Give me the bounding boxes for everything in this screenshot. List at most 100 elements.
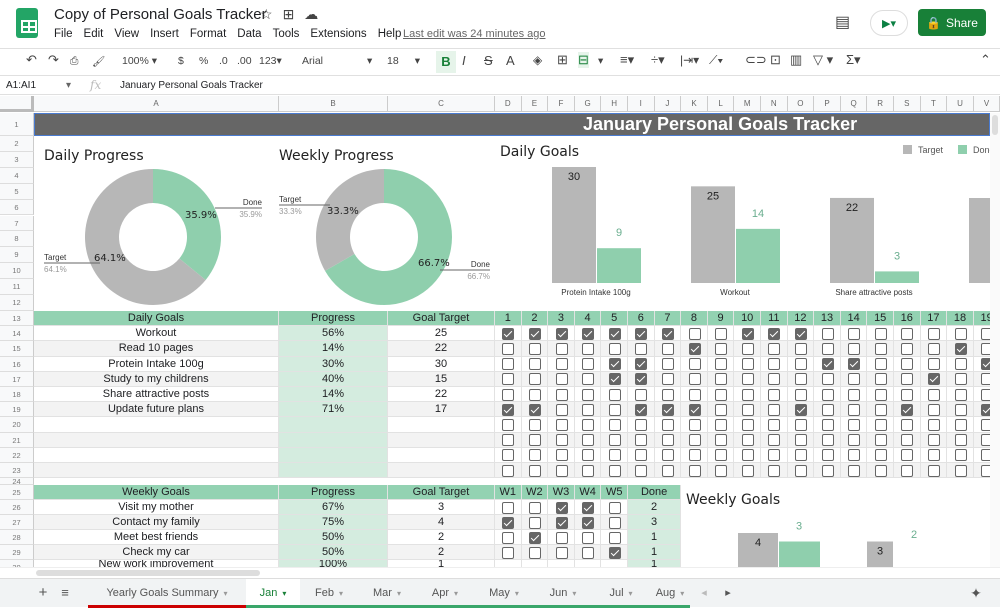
daily-goal-name[interactable]: Protein Intake 100g	[34, 357, 279, 372]
daily-goal-name[interactable]	[34, 417, 279, 432]
decrease-decimal-button[interactable]: .0	[219, 55, 228, 67]
row-header-12[interactable]: 12	[0, 295, 34, 311]
day-checkbox[interactable]	[795, 465, 807, 477]
daily-goal-progress[interactable]: 30%	[279, 357, 388, 372]
day-checkbox[interactable]	[529, 358, 541, 370]
day-checkbox[interactable]	[955, 465, 967, 477]
row-header-21[interactable]: 21	[0, 433, 34, 448]
daily-goal-target[interactable]: 22	[388, 387, 495, 402]
day-checkbox[interactable]	[955, 449, 967, 461]
day-checkbox[interactable]	[529, 404, 541, 416]
day-checkbox[interactable]	[556, 389, 568, 401]
day-checkbox[interactable]	[875, 449, 887, 461]
weekly-header-7[interactable]: W5	[601, 485, 628, 500]
column-header-C[interactable]: C	[388, 96, 495, 112]
day-checkbox[interactable]	[742, 434, 754, 446]
day-checkbox[interactable]	[848, 328, 860, 340]
day-checkbox[interactable]	[556, 404, 568, 416]
row-header-17[interactable]: 17	[0, 372, 34, 387]
day-checkbox[interactable]	[556, 419, 568, 431]
weekly-header-3[interactable]: W1	[495, 485, 522, 500]
weekly-header-0[interactable]: Weekly Goals	[34, 485, 279, 500]
day-header-4[interactable]: 4	[575, 311, 602, 326]
day-checkbox[interactable]	[901, 465, 913, 477]
select-all-corner[interactable]	[0, 96, 34, 112]
day-checkbox[interactable]	[795, 373, 807, 385]
weekly-goal-done[interactable]: 1	[628, 545, 681, 560]
day-checkbox[interactable]	[795, 419, 807, 431]
day-checkbox[interactable]	[901, 434, 913, 446]
currency-button[interactable]: $	[178, 55, 184, 67]
column-header-A[interactable]: A	[34, 96, 279, 112]
menu-extensions[interactable]: Extensions	[310, 28, 366, 40]
sheet-tab-yearly-goals-summary[interactable]: Yearly Goals Summary▾	[88, 579, 246, 608]
tab-dropdown-icon[interactable]: ▾	[515, 589, 519, 598]
day-checkbox[interactable]	[848, 419, 860, 431]
tab-dropdown-icon[interactable]: ▾	[282, 589, 286, 598]
daily-goal-progress[interactable]: 14%	[279, 387, 388, 402]
document-title[interactable]: Copy of Personal Goals Tracker	[54, 6, 267, 23]
weekly-goal-target[interactable]: 3	[388, 500, 495, 515]
day-checkbox[interactable]	[795, 328, 807, 340]
horizontal-scrollbar[interactable]	[0, 567, 1000, 578]
day-checkbox[interactable]	[822, 358, 834, 370]
week-checkbox[interactable]	[556, 517, 568, 529]
day-checkbox[interactable]	[822, 434, 834, 446]
daily-goal-target[interactable]	[388, 433, 495, 448]
day-checkbox[interactable]	[822, 373, 834, 385]
last-edit-link[interactable]: Last edit was 24 minutes ago	[403, 28, 545, 40]
day-checkbox[interactable]	[715, 434, 727, 446]
scrollbar-thumb[interactable]	[36, 570, 260, 576]
weekly-goal-done[interactable]: 2	[628, 500, 681, 515]
day-checkbox[interactable]	[848, 434, 860, 446]
scroll-tabs-right-icon[interactable]: ▸	[722, 579, 734, 608]
column-header-O[interactable]: O	[788, 96, 815, 112]
day-checkbox[interactable]	[582, 419, 594, 431]
day-checkbox[interactable]	[689, 465, 701, 477]
menu-view[interactable]: View	[114, 28, 139, 40]
tab-dropdown-icon[interactable]: ▾	[397, 589, 401, 598]
day-checkbox[interactable]	[901, 404, 913, 416]
row-header-1[interactable]: 1	[0, 113, 34, 136]
day-checkbox[interactable]	[715, 373, 727, 385]
menu-file[interactable]: File	[54, 28, 73, 40]
day-checkbox[interactable]	[662, 404, 674, 416]
row-header-3[interactable]: 3	[0, 152, 34, 168]
day-checkbox[interactable]	[901, 419, 913, 431]
week-checkbox[interactable]	[502, 547, 514, 559]
day-checkbox[interactable]	[715, 404, 727, 416]
day-checkbox[interactable]	[662, 465, 674, 477]
day-checkbox[interactable]	[848, 449, 860, 461]
day-checkbox[interactable]	[502, 343, 514, 355]
daily-goal-progress[interactable]: 56%	[279, 326, 388, 341]
daily-goal-progress[interactable]: 40%	[279, 372, 388, 387]
day-checkbox[interactable]	[875, 404, 887, 416]
day-checkbox[interactable]	[609, 404, 621, 416]
collapse-toolbar-icon[interactable]: ⌃	[980, 52, 991, 68]
scroll-tabs-left-icon[interactable]: ◂	[698, 579, 710, 608]
sheet-tab-jul[interactable]: Jul▾	[592, 579, 650, 608]
text-wrap-icon[interactable]: |⇥▾	[680, 53, 699, 67]
day-checkbox[interactable]	[662, 389, 674, 401]
strikethrough-button[interactable]: S	[484, 53, 493, 68]
day-checkbox[interactable]	[928, 434, 940, 446]
day-header-14[interactable]: 14	[841, 311, 868, 326]
day-header-11[interactable]: 11	[761, 311, 788, 326]
row-header-16[interactable]: 16	[0, 357, 34, 372]
tab-dropdown-icon[interactable]: ▾	[339, 589, 343, 598]
vertical-scrollbar[interactable]	[990, 113, 1000, 567]
column-header-K[interactable]: K	[681, 96, 708, 112]
day-checkbox[interactable]	[901, 373, 913, 385]
day-checkbox[interactable]	[875, 373, 887, 385]
vertical-scrollbar-thumb[interactable]	[992, 115, 998, 135]
day-checkbox[interactable]	[556, 434, 568, 446]
row-header-15[interactable]: 15	[0, 341, 34, 356]
weekly-header-1[interactable]: Progress	[279, 485, 388, 500]
daily-goal-name[interactable]: Workout	[34, 326, 279, 341]
daily-goal-target[interactable]	[388, 417, 495, 432]
week-checkbox[interactable]	[502, 532, 514, 544]
day-checkbox[interactable]	[795, 389, 807, 401]
day-checkbox[interactable]	[768, 343, 780, 355]
day-checkbox[interactable]	[822, 419, 834, 431]
day-checkbox[interactable]	[848, 465, 860, 477]
